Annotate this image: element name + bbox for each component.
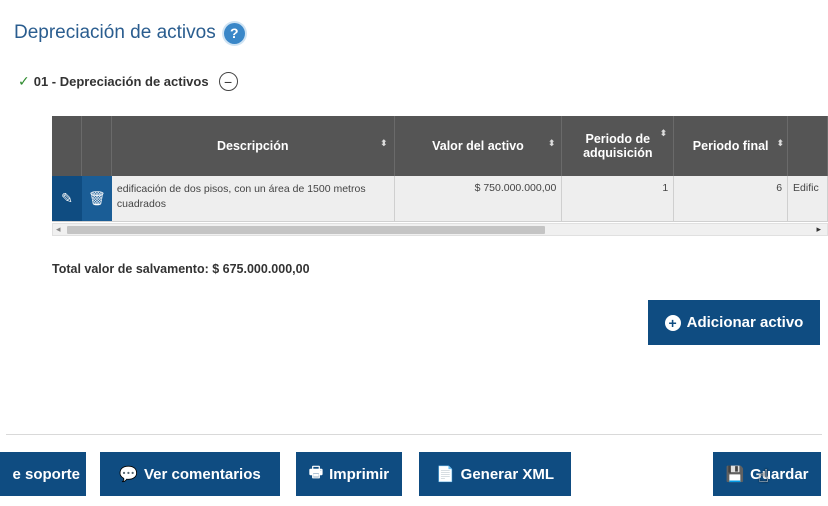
header-periodo-adquisicion[interactable]: Periodo de adquisición ⬍ <box>562 116 675 176</box>
add-asset-button[interactable]: + Adicionar activo <box>648 300 820 345</box>
hand-cursor-icon: ☝ <box>758 466 769 486</box>
header-delete-col <box>81 116 112 176</box>
delete-button[interactable]: 🗑 <box>81 176 112 221</box>
check-icon: ✓ <box>18 73 30 89</box>
trash-icon: 🗑 <box>88 190 106 206</box>
floppy-disk-icon: 💾 <box>725 466 745 483</box>
header-descripcion[interactable]: Descripción ⬍ <box>111 116 395 176</box>
printer-icon: 🖶 <box>308 463 324 481</box>
section-label: 01 - Depreciación de activos <box>33 74 209 89</box>
comment-icon: 💬 <box>119 466 138 483</box>
header-periodo-adq-line1: Periodo de <box>585 132 651 146</box>
assets-table: Descripción ⬍ Valor del activo ⬍ Periodo… <box>52 116 828 240</box>
total-salvage-label: Total valor de salvamento: $ 675.000.000… <box>52 262 310 276</box>
collapse-icon[interactable]: − <box>218 72 238 91</box>
sort-icon[interactable]: ⬍ <box>660 128 668 139</box>
table-row: ✎ 🗑 edificación de dos pisos, con un áre… <box>52 176 828 222</box>
support-button[interactable]: e soporte <box>0 452 86 496</box>
help-icon[interactable]: ? <box>223 22 245 44</box>
header-valor[interactable]: Valor del activo ⬍ <box>394 116 563 176</box>
header-extra <box>788 116 828 176</box>
view-comments-label: Ver comentarios <box>143 465 261 483</box>
table-header: Descripción ⬍ Valor del activo ⬍ Periodo… <box>52 116 828 176</box>
section-header[interactable]: ✓ 01 - Depreciación de activos − <box>18 72 238 91</box>
xml-file-icon: 📄 <box>435 466 455 483</box>
page-title-text: Depreciación de activos <box>14 22 216 43</box>
divider <box>6 434 822 435</box>
header-periodo-adq-line2: adquisición <box>583 146 653 160</box>
header-periodo-final-label: Periodo final <box>692 139 769 153</box>
cell-extra: Edific <box>788 176 828 221</box>
edit-button[interactable]: ✎ <box>52 176 82 221</box>
plus-icon: + <box>664 314 681 331</box>
print-button[interactable]: 🖶 Imprimir <box>296 452 402 496</box>
header-edit-col <box>52 116 82 176</box>
cell-periodo-adquisicion: 1 <box>562 176 675 221</box>
cell-valor: $ 750.000.000,00 <box>395 176 563 221</box>
cell-descripcion: edificación de dos pisos, con un área de… <box>112 176 395 221</box>
scroll-left-icon[interactable]: ◂ <box>56 224 61 235</box>
generate-xml-label: Generar XML <box>460 465 555 483</box>
sort-icon[interactable]: ⬍ <box>380 138 388 149</box>
page-title: Depreciación de activos ? <box>14 22 245 44</box>
scroll-thumb[interactable] <box>67 226 545 234</box>
add-asset-label: Adicionar activo <box>686 314 804 331</box>
header-descripcion-label: Descripción <box>216 139 289 153</box>
sort-icon[interactable]: ⬍ <box>548 138 556 149</box>
horizontal-scrollbar[interactable]: ◂ ▸ <box>52 223 828 236</box>
view-comments-button[interactable]: 💬 Ver comentarios <box>100 452 280 496</box>
header-periodo-final[interactable]: Periodo final ⬍ <box>674 116 789 176</box>
print-label: Imprimir <box>329 465 390 483</box>
sort-icon[interactable]: ⬍ <box>777 138 785 149</box>
cell-periodo-final: 6 <box>674 176 789 221</box>
scroll-right-icon[interactable]: ▸ <box>816 224 821 235</box>
support-label: e soporte <box>12 465 80 483</box>
pencil-icon: ✎ <box>61 190 73 206</box>
header-valor-label: Valor del activo <box>432 139 524 153</box>
generate-xml-button[interactable]: 📄 Generar XML <box>419 452 571 496</box>
